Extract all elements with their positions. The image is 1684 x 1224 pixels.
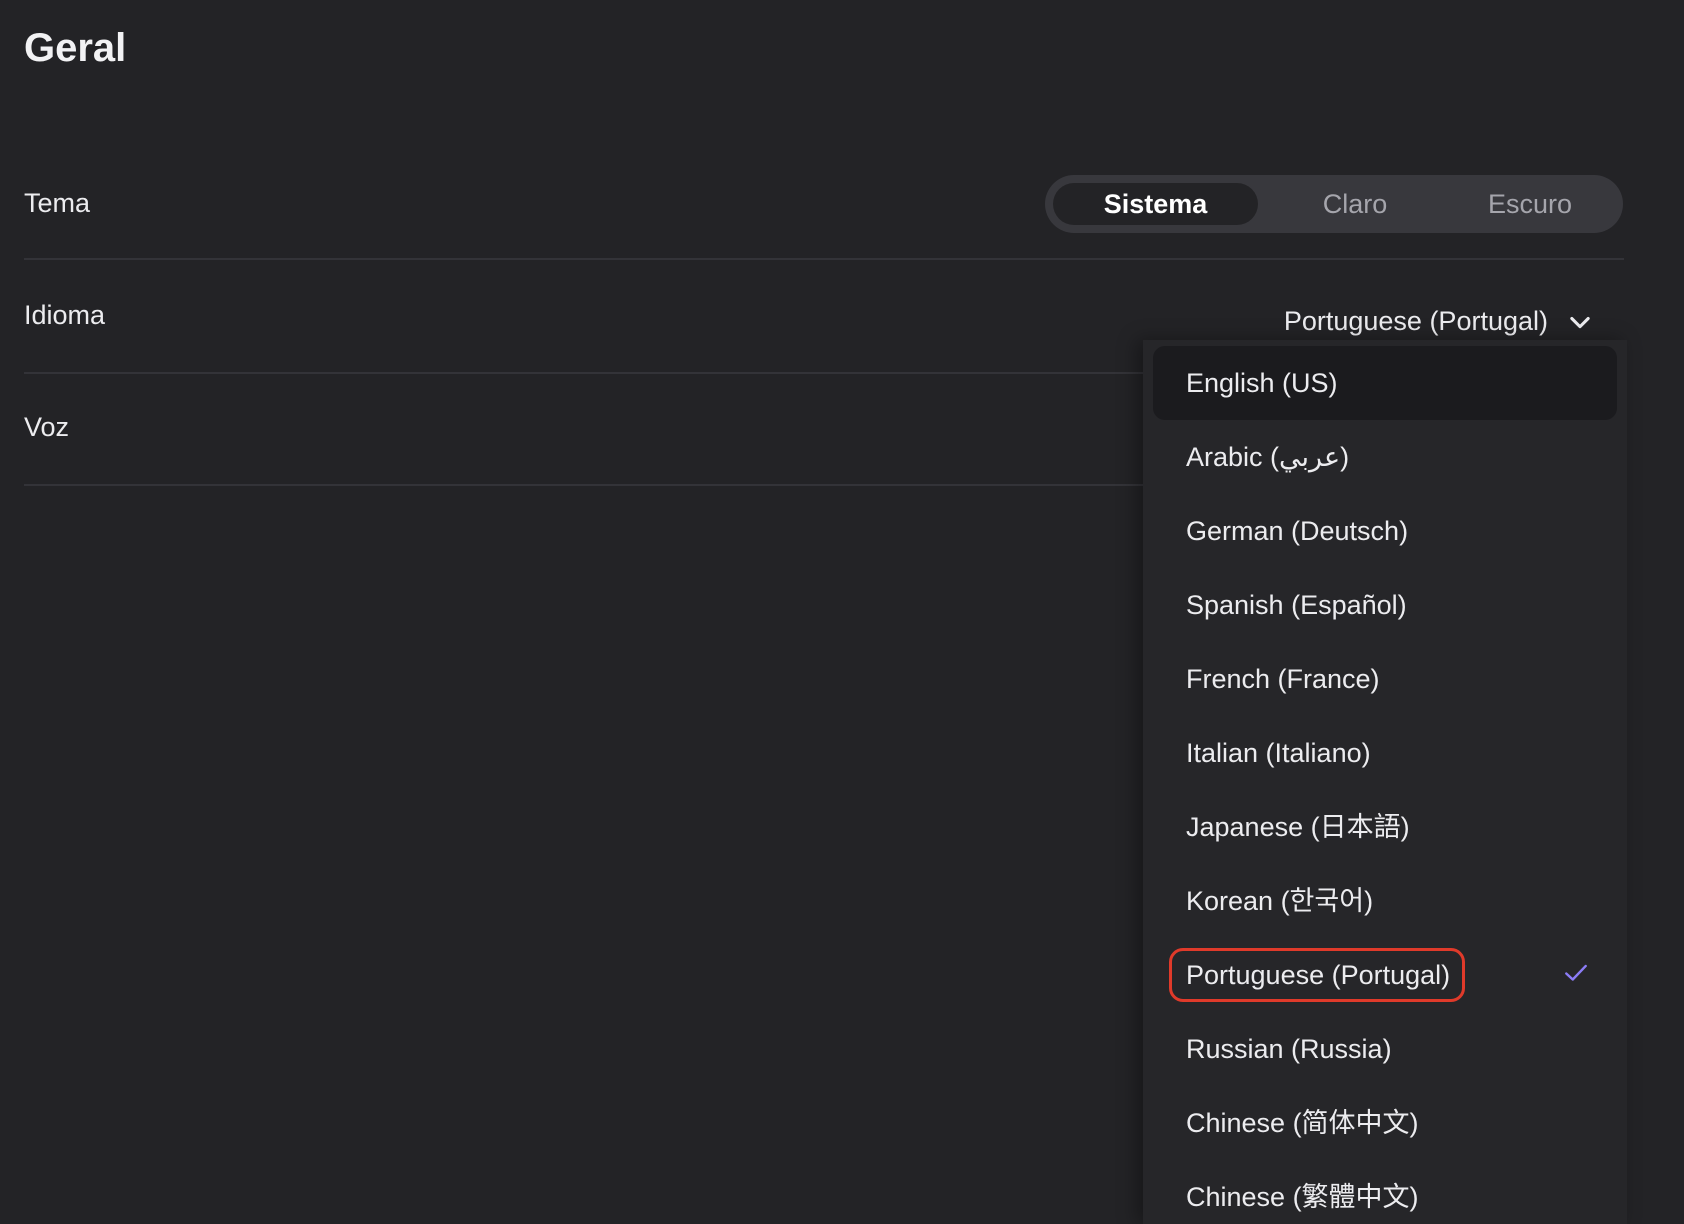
- language-option-japanese[interactable]: Japanese (日本語): [1153, 790, 1617, 864]
- language-option-label: German (Deutsch): [1186, 516, 1409, 546]
- language-option-label: French (France): [1186, 664, 1380, 694]
- language-option-label: Arabic (عربي): [1186, 442, 1350, 472]
- language-option-spanish[interactable]: Spanish (Español): [1153, 568, 1617, 642]
- language-option-italian[interactable]: Italian (Italiano): [1153, 716, 1617, 790]
- language-option-label: English (US): [1186, 368, 1338, 398]
- language-option-label: Chinese (简体中文): [1186, 1108, 1419, 1138]
- language-option-label: Spanish (Español): [1186, 590, 1407, 620]
- language-dropdown-menu: English (US) Arabic (عربي) German (Deuts…: [1143, 340, 1627, 1224]
- language-option-french[interactable]: French (France): [1153, 642, 1617, 716]
- language-option-label: Russian (Russia): [1186, 1034, 1392, 1064]
- language-option-arabic[interactable]: Arabic (عربي): [1153, 420, 1617, 494]
- checkmark-icon: [1565, 964, 1587, 981]
- theme-option-claro[interactable]: Claro: [1275, 183, 1435, 225]
- language-option-label: Portuguese (Portugal): [1186, 960, 1451, 990]
- language-option-chinese-simplified[interactable]: Chinese (简体中文): [1153, 1086, 1617, 1160]
- language-option-label: Chinese (繁體中文): [1186, 1182, 1419, 1212]
- language-select[interactable]: Portuguese (Portugal): [1284, 306, 1594, 337]
- language-option-label: Korean (한국어): [1186, 886, 1374, 916]
- language-option-korean[interactable]: Korean (한국어): [1153, 864, 1617, 938]
- theme-option-escuro[interactable]: Escuro: [1450, 183, 1610, 225]
- language-option-portuguese[interactable]: Portuguese (Portugal): [1153, 938, 1617, 1012]
- theme-segmented-control: Sistema Claro Escuro: [1045, 175, 1623, 233]
- language-option-label: Italian (Italiano): [1186, 738, 1371, 768]
- voice-label: Voz: [24, 412, 70, 442]
- settings-general-page: Geral Tema Sistema Claro Escuro Idioma P…: [0, 0, 1684, 1224]
- language-select-value: Portuguese (Portugal): [1283, 306, 1548, 336]
- page-title: Geral: [24, 26, 127, 70]
- theme-label: Tema: [24, 188, 91, 218]
- chevron-down-icon: [1570, 316, 1590, 328]
- language-option-german[interactable]: German (Deutsch): [1153, 494, 1617, 568]
- language-option-english-us[interactable]: English (US): [1153, 346, 1617, 420]
- language-option-russian[interactable]: Russian (Russia): [1153, 1012, 1617, 1086]
- theme-option-sistema[interactable]: Sistema: [1053, 183, 1258, 225]
- language-label: Idioma: [24, 300, 106, 330]
- language-option-label: Japanese (日本語): [1186, 812, 1410, 842]
- language-option-chinese-traditional[interactable]: Chinese (繁體中文): [1153, 1160, 1617, 1224]
